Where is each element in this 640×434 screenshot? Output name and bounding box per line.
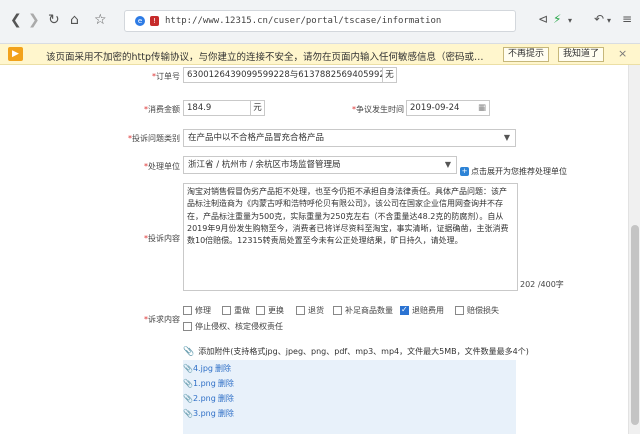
demand-stop-infringement-checkbox[interactable]: 停止侵权、核定侵权责任 xyxy=(183,321,283,332)
forward-icon[interactable]: ❯ xyxy=(28,12,40,28)
order-no-label: *订单号 xyxy=(152,72,180,81)
attachment-name[interactable]: 1.png xyxy=(193,379,216,388)
checkbox-box xyxy=(183,306,192,315)
close-icon[interactable]: × xyxy=(618,47,627,60)
dispute-date-input[interactable]: 2019-09-24 ▦ xyxy=(406,100,490,116)
security-warning-bar: ▶ 该页面采用不加密的http传输协议，与你建立的连接不安全，请勿在页面内输入任… xyxy=(0,44,640,65)
chevron-down-icon[interactable]: ▾ xyxy=(607,16,611,25)
handler-select[interactable]: 浙江省 / 杭州市 / 余杭区市场监督管理局 ▼ xyxy=(183,156,457,174)
star-icon[interactable]: ☆ xyxy=(94,12,107,28)
back-icon[interactable]: ❮ xyxy=(10,12,22,28)
delete-attachment-link[interactable]: 删除 xyxy=(218,394,234,403)
attachment-list: 📎4.jpg 删除 📎1.png 删除 📎2.png 删除 📎3.png 删除 xyxy=(183,360,516,434)
warning-icon: ▶ xyxy=(8,47,23,61)
address-bar[interactable]: e ! http://www.12315.cn/cuser/portal/tsc… xyxy=(124,10,516,32)
share-icon[interactable]: ⊲ xyxy=(538,12,548,26)
order-no-input[interactable]: 6300126439099599228与6137882569405992228 xyxy=(183,67,383,83)
site-info-icon[interactable]: e xyxy=(135,16,145,26)
category-label: *投诉问题类别 xyxy=(128,134,180,143)
demand-refund-checkbox[interactable]: 退赔费用 xyxy=(400,305,444,316)
no-remind-button[interactable]: 不再提示 xyxy=(503,47,550,62)
dispute-date-value: 2019-09-24 xyxy=(410,103,460,113)
delete-attachment-link[interactable]: 删除 xyxy=(218,379,234,388)
recommend-handler-link[interactable]: + 点击展开为您推荐处理单位 xyxy=(460,166,567,177)
paperclip-icon: 📎 xyxy=(183,364,193,373)
checkbox-box xyxy=(296,306,305,315)
chevron-down-icon: ▼ xyxy=(503,133,510,142)
demand-replace-checkbox[interactable]: 更换 xyxy=(256,305,284,316)
demands-label: *诉求内容 xyxy=(144,315,180,324)
got-it-button[interactable]: 我知道了 xyxy=(558,47,605,62)
lightning-icon[interactable]: ⚡ xyxy=(553,12,561,26)
scrollbar-thumb[interactable] xyxy=(631,225,639,425)
demand-quantity-checkbox[interactable]: 补足商品数量 xyxy=(333,305,393,316)
attachment-item: 📎1.png 删除 xyxy=(183,378,234,389)
order-no-suffix: 无 xyxy=(383,67,397,83)
checkbox-box xyxy=(183,322,192,331)
delete-attachment-link[interactable]: 删除 xyxy=(215,364,231,373)
insecure-icon[interactable]: ! xyxy=(150,16,159,26)
warning-message: 该页面采用不加密的http传输协议，与你建立的连接不安全，请勿在页面内输入任何敏… xyxy=(46,52,484,63)
calendar-icon[interactable]: ▦ xyxy=(478,101,486,115)
demand-redo-checkbox[interactable]: 重做 xyxy=(222,305,250,316)
checkbox-box xyxy=(222,306,231,315)
attachment-name[interactable]: 3.png xyxy=(193,409,216,418)
demand-return-checkbox[interactable]: 退货 xyxy=(296,305,324,316)
attachment-item: 📎4.jpg 删除 xyxy=(183,363,231,374)
handler-value: 浙江省 / 杭州市 / 余杭区市场监督管理局 xyxy=(188,160,341,170)
url-text: http://www.12315.cn/cuser/portal/tscase/… xyxy=(165,16,442,26)
checkbox-box xyxy=(455,306,464,315)
paperclip-icon: 📎 xyxy=(183,347,195,357)
handler-label: *处理单位 xyxy=(144,162,180,171)
expand-icon: + xyxy=(460,167,469,176)
add-attachment-link[interactable]: 📎 添加附件(支持格式jpg、jpeg、png、pdf、mp3、mp4，文件最大5… xyxy=(183,346,529,357)
category-value: 在产品中以不合格产品冒充合格产品 xyxy=(188,133,325,143)
checkbox-box xyxy=(333,306,342,315)
category-select[interactable]: 在产品中以不合格产品冒充合格产品 ▼ xyxy=(183,129,516,147)
amount-input[interactable]: 184.9 xyxy=(183,100,251,116)
attachment-name[interactable]: 2.png xyxy=(193,394,216,403)
paperclip-icon: 📎 xyxy=(183,409,193,418)
browser-toolbar: ❮ ❯ ↻ ⌂ ☆ e ! http://www.12315.cn/cuser/… xyxy=(0,0,640,44)
content-label: *投诉内容 xyxy=(144,234,180,243)
page-scrollbar[interactable] xyxy=(628,65,640,434)
demand-repair-checkbox[interactable]: 修理 xyxy=(183,305,211,316)
attachment-item: 📎2.png 删除 xyxy=(183,393,234,404)
checkbox-box xyxy=(256,306,265,315)
delete-attachment-link[interactable]: 删除 xyxy=(218,409,234,418)
paperclip-icon: 📎 xyxy=(183,394,193,403)
chevron-down-icon[interactable]: ▾ xyxy=(568,16,572,25)
amount-unit: 元 xyxy=(251,100,265,116)
char-counter: 202 /400字 xyxy=(520,280,564,289)
home-icon[interactable]: ⌂ xyxy=(70,12,79,28)
menu-icon[interactable]: ≡ xyxy=(622,12,632,26)
attachment-name[interactable]: 4.jpg xyxy=(193,364,213,373)
checkbox-box-checked xyxy=(400,305,409,315)
paperclip-icon: 📎 xyxy=(183,379,193,388)
undo-icon[interactable]: ↶ xyxy=(594,12,604,26)
reload-icon[interactable]: ↻ xyxy=(48,12,60,28)
demand-compensation-checkbox[interactable]: 赔偿损失 xyxy=(455,305,499,316)
dispute-date-label: *争议发生时间 xyxy=(352,105,404,114)
content-textarea[interactable]: 淘宝对销售假冒伪劣产品拒不处理，也至今仍拒不承担自身法律责任。具体产品问题：该产… xyxy=(183,183,518,291)
attachment-item: 📎3.png 删除 xyxy=(183,408,234,419)
chevron-down-icon: ▼ xyxy=(444,160,451,169)
amount-label: *消费金额 xyxy=(144,105,180,114)
